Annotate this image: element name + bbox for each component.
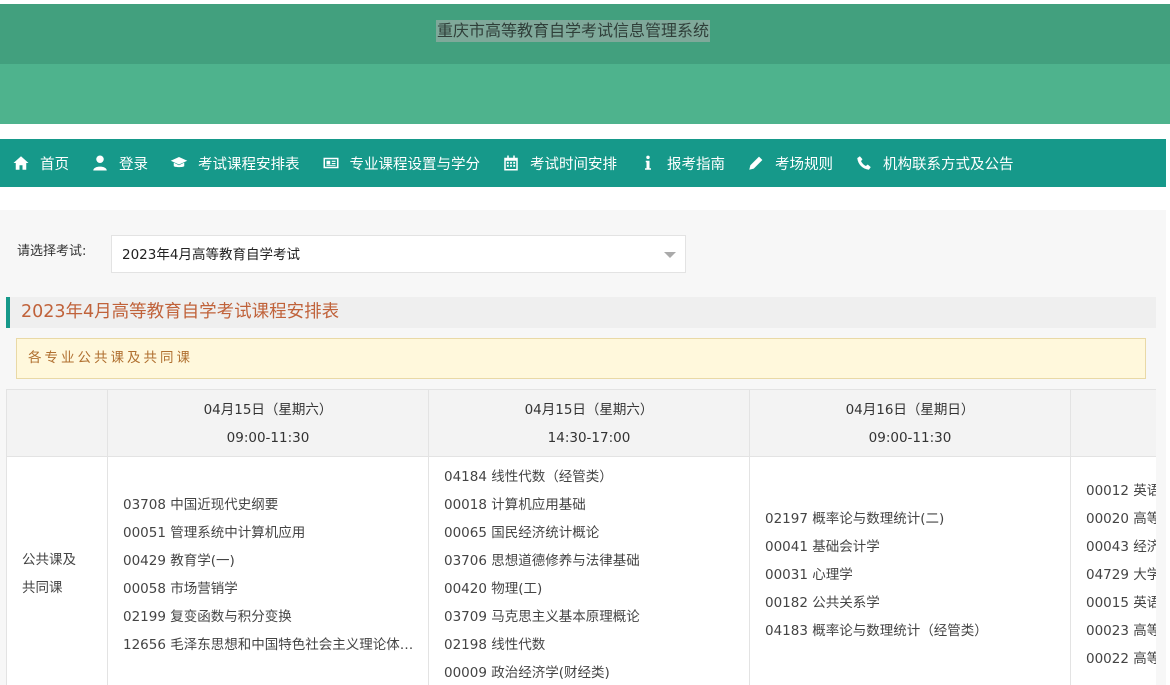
list-item: 00031 心理学	[765, 567, 853, 583]
nav-item-label: 专业课程设置与学分	[349, 156, 481, 173]
graduation-cap-icon	[170, 157, 188, 168]
list-item: 02197 概率论与数理统计(二)	[765, 511, 945, 527]
course-list: 00012 英语 00020 高等 00043 经济 04729 大学 0001…	[1086, 477, 1156, 673]
nav-item-course-schedule[interactable]: 考试课程安排表	[170, 153, 300, 174]
list-item: 00182 公共关系学	[765, 595, 880, 611]
list-item: 00020 高等	[1086, 511, 1156, 527]
table-cell: 03708 中国近现代史纲要 00051 管理系统中计算机应用 00429 教育…	[108, 458, 428, 685]
section-title: 2023年4月高等教育自学考试课程安排表	[6, 297, 1156, 328]
list-item: 02199 复变函数与积分变换	[123, 609, 292, 625]
list-item: 03709 马克思主义基本原理概论	[444, 609, 640, 625]
chevron-down-icon	[664, 252, 676, 258]
list-item: 00065 国民经济统计概论	[444, 525, 600, 541]
pencil-icon	[749, 156, 763, 170]
nav-item-label: 考试课程安排表	[198, 156, 300, 173]
list-item: 02198 线性代数	[444, 637, 546, 653]
row-label-line: 公共课及	[22, 552, 76, 568]
home-icon	[13, 156, 29, 170]
site-header: 重庆市高等教育自学考试信息管理系统	[0, 4, 1170, 124]
list-item: 04729 大学	[1086, 567, 1156, 583]
list-item: 00023 高等	[1086, 623, 1156, 639]
column-time: 09:00-11:30	[868, 430, 952, 446]
list-item: 00420 物理(工)	[444, 581, 543, 597]
newspaper-icon	[323, 157, 338, 169]
nav-item-label: 机构联系方式及公告	[883, 156, 1014, 173]
list-item: 00043 经济	[1086, 539, 1156, 555]
column-time: 09:00-11:30	[226, 430, 310, 446]
schedule-column: 00012 英语 00020 高等 00043 经济 04729 大学 0001…	[1071, 390, 1156, 685]
table-header-cell	[1071, 390, 1156, 457]
nav-item-label: 考场规则	[775, 156, 833, 173]
info-icon	[645, 155, 651, 170]
column-date: 04月15日（星期六）	[203, 402, 333, 418]
site-title: 重庆市高等教育自学考试信息管理系统	[436, 20, 711, 42]
nav-item-exam-time[interactable]: 考试时间安排	[502, 153, 617, 174]
schedule-table: 公共课及 共同课 04月15日（星期六） 09:00-11:30 03708 中…	[6, 389, 1156, 685]
schedule-column: 04月15日（星期六） 14:30-17:00 04184 线性代数（经管类） …	[429, 390, 750, 685]
column-date: 04月16日（星期日）	[845, 402, 975, 418]
nav-item-major-courses[interactable]: 专业课程设置与学分	[322, 153, 481, 174]
phone-icon	[857, 156, 871, 170]
list-item: 00429 教育学(一)	[123, 553, 235, 569]
user-icon	[93, 155, 107, 171]
nav-item-label: 报考指南	[667, 156, 725, 173]
list-item: 00018 计算机应用基础	[444, 497, 586, 513]
table-header-cell	[7, 390, 107, 457]
row-label: 公共课及 共同课	[22, 546, 92, 602]
nav-item-home[interactable]: 首页	[12, 153, 69, 174]
course-list: 02197 概率论与数理统计(二) 00041 基础会计学 00031 心理学 …	[765, 505, 1056, 645]
table-cell: 公共课及 共同课	[7, 458, 107, 685]
list-item: 00015 英语	[1086, 595, 1156, 611]
schedule-column: 04月16日（星期日） 09:00-11:30 02197 概率论与数理统计(二…	[750, 390, 1071, 685]
list-item: 00058 市场营销学	[123, 581, 238, 597]
nav-item-label: 登录	[119, 156, 148, 173]
nav-item-label: 首页	[40, 156, 69, 173]
list-item: 04184 线性代数（经管类）	[444, 469, 613, 485]
nav-item-label: 考试时间安排	[530, 156, 617, 173]
list-item: 04183 概率论与数理统计（经管类）	[765, 623, 988, 639]
list-item: 00022 高等	[1086, 651, 1156, 667]
list-item: 03706 思想道德修养与法律基础	[444, 553, 640, 569]
nav-item-guide[interactable]: 报考指南	[639, 153, 725, 174]
row-label-line: 共同课	[22, 580, 63, 596]
exam-select-value: 2023年4月高等教育自学考试	[122, 247, 300, 263]
list-item: 12656 毛泽东思想和中国特色社会主义理论体系概论	[123, 637, 414, 653]
nav-item-exam-rules[interactable]: 考场规则	[747, 153, 833, 174]
notice-banner: 各专业公共课及共同课	[16, 338, 1146, 379]
calendar-icon	[504, 155, 518, 171]
list-item: 00012 英语	[1086, 483, 1156, 499]
nav-item-login[interactable]: 登录	[91, 153, 148, 174]
table-header-cell: 04月16日（星期日） 09:00-11:30	[750, 390, 1070, 457]
table-header-cell: 04月15日（星期六） 09:00-11:30	[108, 390, 428, 457]
main-nav: 首页 登录 考试课程安排表 专业课程设置与学分 考试时间安排 报考指南 考场规则…	[0, 139, 1166, 187]
exam-select[interactable]: 2023年4月高等教育自学考试	[111, 235, 686, 273]
table-cell: 04184 线性代数（经管类） 00018 计算机应用基础 00065 国民经济…	[429, 458, 749, 685]
exam-select-label: 请选择考试:	[17, 244, 87, 259]
list-item: 00009 政治经济学(财经类)	[444, 665, 610, 681]
course-list: 03708 中国近现代史纲要 00051 管理系统中计算机应用 00429 教育…	[123, 491, 414, 659]
table-header-cell: 04月15日（星期六） 14:30-17:00	[429, 390, 749, 457]
course-list: 04184 线性代数（经管类） 00018 计算机应用基础 00065 国民经济…	[444, 463, 735, 685]
table-cell: 00012 英语 00020 高等 00043 经济 04729 大学 0001…	[1071, 458, 1156, 685]
column-time: 14:30-17:00	[547, 430, 631, 446]
nav-item-contact[interactable]: 机构联系方式及公告	[855, 153, 1014, 174]
table-cell: 02197 概率论与数理统计(二) 00041 基础会计学 00031 心理学 …	[750, 458, 1070, 685]
list-item: 00041 基础会计学	[765, 539, 880, 555]
list-item: 00051 管理系统中计算机应用	[123, 525, 306, 541]
list-item: 03708 中国近现代史纲要	[123, 497, 279, 513]
row-label-column: 公共课及 共同课	[7, 390, 108, 685]
schedule-column: 04月15日（星期六） 09:00-11:30 03708 中国近现代史纲要 0…	[108, 390, 429, 685]
column-date: 04月15日（星期六）	[524, 402, 654, 418]
